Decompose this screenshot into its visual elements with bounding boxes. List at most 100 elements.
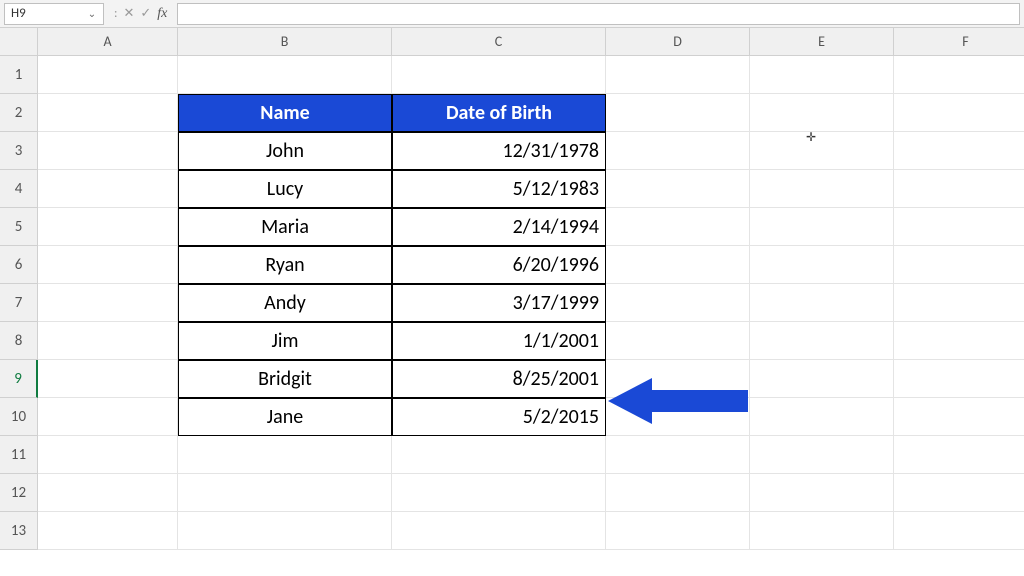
table-row[interactable]: 5/12/1983 [392,170,606,208]
row-header-11[interactable]: 11 [0,436,38,474]
cell[interactable] [894,398,1024,436]
table-row[interactable]: 6/20/1996 [392,246,606,284]
table-row[interactable]: 3/17/1999 [392,284,606,322]
row-header-12[interactable]: 12 [0,474,38,512]
cell[interactable] [894,322,1024,360]
cell[interactable] [392,474,606,512]
cell[interactable] [750,170,894,208]
cell[interactable] [894,132,1024,170]
chevron-down-icon[interactable]: ⌄ [87,9,97,19]
cell[interactable] [606,474,750,512]
cancel-icon[interactable]: ✕ [123,6,134,21]
table-row[interactable]: Bridgit [178,360,392,398]
cell[interactable] [606,322,750,360]
fx-icon[interactable]: fx [157,6,167,22]
table-row[interactable]: Maria [178,208,392,246]
cell[interactable] [750,246,894,284]
cell[interactable] [38,56,178,94]
cell[interactable] [38,132,178,170]
cell[interactable] [392,512,606,550]
cell[interactable] [894,56,1024,94]
col-header-A[interactable]: A [38,28,178,56]
col-header-F[interactable]: F [894,28,1024,56]
cell[interactable] [38,474,178,512]
cell[interactable] [894,474,1024,512]
cell[interactable] [38,246,178,284]
cells-area[interactable]: Name Date of Birth John 12/31/1978 [38,56,1024,550]
cell[interactable] [750,398,894,436]
cell[interactable] [894,246,1024,284]
cell[interactable] [606,512,750,550]
table-row[interactable]: Jane [178,398,392,436]
row-header-3[interactable]: 3 [0,132,38,170]
accept-icon[interactable]: ✓ [140,6,151,21]
name-box[interactable]: H9 ⌄ [4,3,104,25]
row-header-6[interactable]: 6 [0,246,38,284]
cell[interactable] [750,208,894,246]
col-header-D[interactable]: D [606,28,750,56]
cell[interactable] [750,512,894,550]
cell[interactable] [178,512,392,550]
table-row[interactable]: 8/25/2001 [392,360,606,398]
table-row[interactable]: 1/1/2001 [392,322,606,360]
cell[interactable] [38,360,178,398]
cell[interactable] [38,512,178,550]
cell[interactable] [38,398,178,436]
cell[interactable] [38,170,178,208]
cell[interactable] [178,436,392,474]
cell[interactable] [750,474,894,512]
cell[interactable] [894,170,1024,208]
table-header-dob[interactable]: Date of Birth [392,94,606,132]
cell[interactable] [606,208,750,246]
cell[interactable] [38,208,178,246]
cell[interactable] [392,56,606,94]
cell[interactable] [606,360,750,398]
cell[interactable] [606,170,750,208]
cell[interactable] [750,94,894,132]
cell[interactable] [392,436,606,474]
table-row[interactable]: Ryan [178,246,392,284]
formula-input[interactable] [177,3,1020,25]
table-header-name[interactable]: Name [178,94,392,132]
cell[interactable] [894,94,1024,132]
cell[interactable] [606,398,750,436]
cell[interactable] [178,56,392,94]
table-row[interactable]: Lucy [178,170,392,208]
row-header-2[interactable]: 2 [0,94,38,132]
cell[interactable] [606,56,750,94]
row-header-4[interactable]: 4 [0,170,38,208]
cell[interactable] [894,360,1024,398]
row-header-10[interactable]: 10 [0,398,38,436]
row-header-8[interactable]: 8 [0,322,38,360]
cell[interactable] [894,512,1024,550]
row-header-7[interactable]: 7 [0,284,38,322]
table-row[interactable]: Jim [178,322,392,360]
table-row[interactable]: John [178,132,392,170]
cell[interactable] [178,474,392,512]
table-row[interactable]: 2/14/1994 [392,208,606,246]
cell[interactable] [750,360,894,398]
row-header-5[interactable]: 5 [0,208,38,246]
cell[interactable] [894,208,1024,246]
cell[interactable] [750,436,894,474]
cell[interactable] [894,436,1024,474]
col-header-C[interactable]: C [392,28,606,56]
cell[interactable] [606,132,750,170]
col-header-E[interactable]: E [750,28,894,56]
cell[interactable] [750,284,894,322]
row-header-1[interactable]: 1 [0,56,38,94]
table-row[interactable]: 12/31/1978 [392,132,606,170]
cell[interactable] [750,322,894,360]
select-all-corner[interactable] [0,28,38,56]
cell[interactable] [38,322,178,360]
cell[interactable] [38,436,178,474]
cell[interactable] [750,56,894,94]
cell[interactable] [606,436,750,474]
table-row[interactable]: 5/2/2015 [392,398,606,436]
cell[interactable] [38,284,178,322]
col-header-B[interactable]: B [178,28,392,56]
row-header-13[interactable]: 13 [0,512,38,550]
table-row[interactable]: Andy [178,284,392,322]
cell[interactable] [606,94,750,132]
cell[interactable] [606,284,750,322]
